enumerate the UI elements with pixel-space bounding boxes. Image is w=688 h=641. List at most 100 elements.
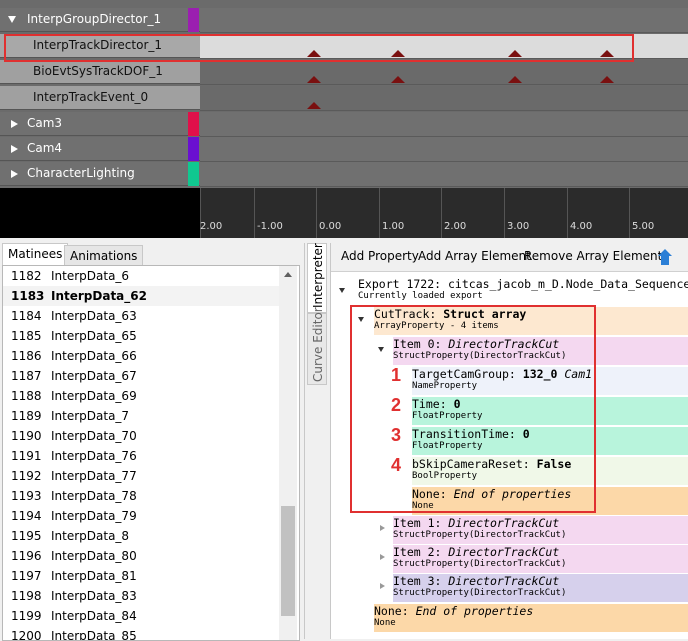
list-item[interactable]: 1194 InterpData_79 <box>3 506 279 526</box>
list-item-number: 1182 <box>11 269 42 283</box>
export-subtitle: Currently loaded export <box>358 291 483 301</box>
add-array-element-button[interactable]: Add Array Element <box>418 249 531 263</box>
timeline-tick <box>567 188 568 238</box>
track-lane[interactable] <box>200 60 688 85</box>
list-item[interactable]: 1189 InterpData_7 <box>3 406 279 426</box>
track-label-text: CharacterLighting <box>27 166 135 180</box>
list-scrollbar[interactable] <box>279 266 297 640</box>
keyframe-marker[interactable] <box>307 102 321 109</box>
list-item[interactable]: 1191 InterpData_76 <box>3 446 279 466</box>
tree-export-node[interactable]: Export 1722: citcas_jacob_m_D.Node_Data_… <box>358 277 688 302</box>
list-item[interactable]: 1199 InterpData_84 <box>3 606 279 626</box>
track-lane[interactable] <box>200 86 688 111</box>
prop-type: StructProperty(DirectorTrackCut) <box>393 530 567 540</box>
tab-curve-editor[interactable]: Curve Editor <box>307 307 327 385</box>
list-item-number: 1184 <box>11 309 42 323</box>
list-item[interactable]: 1193 InterpData_78 <box>3 486 279 506</box>
timeline-ruler[interactable]: 2.00 -1.00 0.00 1.00 2.00 3.00 4.00 5.00 <box>200 188 688 238</box>
tab-matinees[interactable]: Matinees <box>2 243 69 266</box>
expand-icon[interactable] <box>380 525 385 531</box>
tab-animations[interactable]: Animations <box>64 245 144 266</box>
list-item-name: InterpData_8 <box>51 529 130 543</box>
track-label[interactable]: CharacterLighting <box>0 162 200 186</box>
expand-down-icon[interactable] <box>8 16 16 23</box>
list-item-number: 1183 <box>11 289 45 303</box>
tab-interpreter-label: Interpreter <box>311 243 325 308</box>
track-lane[interactable] <box>200 112 688 137</box>
track-event[interactable]: InterpTrackEvent_0 <box>0 86 688 111</box>
list-item-number: 1193 <box>11 489 42 503</box>
list-item-name: InterpData_83 <box>51 589 137 603</box>
tab-interpreter[interactable]: Interpreter <box>307 243 327 313</box>
collapse-icon[interactable] <box>339 288 345 293</box>
list-item-number: 1199 <box>11 609 42 623</box>
group-color-swatch <box>188 162 199 186</box>
keyframe-marker[interactable] <box>600 76 614 83</box>
remove-array-element-button[interactable]: Remove Array Element <box>524 249 662 263</box>
list-item[interactable]: 1185 InterpData_65 <box>3 326 279 346</box>
expand-right-icon[interactable] <box>11 170 18 178</box>
list-item-name: InterpData_63 <box>51 309 137 323</box>
track-area: InterpGroupDirector_1 InterpTrackDirecto… <box>0 0 688 188</box>
track-group-lighting[interactable]: CharacterLighting <box>0 162 688 187</box>
list-item[interactable]: 1196 InterpData_80 <box>3 546 279 566</box>
group-color-swatch <box>188 112 199 136</box>
list-item[interactable]: 1198 InterpData_83 <box>3 586 279 606</box>
expand-right-icon[interactable] <box>11 145 18 153</box>
list-item[interactable]: 1195 InterpData_8 <box>3 526 279 546</box>
keyframe-marker[interactable] <box>391 76 405 83</box>
track-group-cam4[interactable]: Cam4 <box>0 137 688 162</box>
track-label[interactable]: Cam3 <box>0 112 200 136</box>
prop-name: Item 1: <box>393 516 442 530</box>
list-item[interactable]: 1188 InterpData_69 <box>3 386 279 406</box>
keyframe-marker[interactable] <box>508 76 522 83</box>
add-property-button[interactable]: Add Property <box>341 249 419 263</box>
list-item[interactable]: 1184 InterpData_63 <box>3 306 279 326</box>
matinee-list-panel: Matinees Animations 1182 InterpData_6 118… <box>0 243 305 641</box>
list-item-selected[interactable]: 1183 InterpData_62 <box>3 286 279 306</box>
list-item-name: InterpData_78 <box>51 489 137 503</box>
timeline-tick <box>441 188 442 238</box>
list-item-name: InterpData_67 <box>51 369 137 383</box>
list-item[interactable]: 1190 InterpData_70 <box>3 426 279 446</box>
track-lane[interactable] <box>200 162 688 187</box>
expand-right-icon[interactable] <box>11 120 18 128</box>
track-label[interactable]: InterpTrackEvent_0 <box>0 86 200 110</box>
arrow-up-icon[interactable] <box>655 248 675 266</box>
list-item[interactable]: 1197 InterpData_81 <box>3 566 279 586</box>
list-item[interactable]: 1192 InterpData_77 <box>3 466 279 486</box>
timeline-label: 1.00 <box>382 221 405 232</box>
list-item-number: 1188 <box>11 389 42 403</box>
timeline-tick <box>254 188 255 238</box>
track-group-director[interactable]: InterpGroupDirector_1 <box>0 8 688 33</box>
list-item-name: InterpData_66 <box>51 349 137 363</box>
track-dof[interactable]: BioEvtSysTrackDOF_1 <box>0 60 688 85</box>
list-item[interactable]: 1182 InterpData_6 <box>3 266 279 286</box>
tree-node-none-outer[interactable]: None: End of properties None <box>374 604 688 632</box>
list-item-number: 1191 <box>11 449 42 463</box>
scrollbar-thumb[interactable] <box>281 506 295 616</box>
matinee-list[interactable]: 1182 InterpData_6 1183 InterpData_62 1184 I… <box>2 265 300 641</box>
track-label[interactable]: BioEvtSysTrackDOF_1 <box>0 60 200 84</box>
list-item[interactable]: 1187 InterpData_67 <box>3 366 279 386</box>
tree-node-item3[interactable]: Item 3: DirectorTrackCut StructProperty(… <box>393 574 688 602</box>
timeline[interactable]: 2.00 -1.00 0.00 1.00 2.00 3.00 4.00 5.00 <box>0 188 688 238</box>
track-lane[interactable] <box>200 8 688 33</box>
scroll-up-icon[interactable] <box>284 272 292 277</box>
track-label[interactable]: Cam4 <box>0 137 200 161</box>
track-lane[interactable] <box>200 137 688 162</box>
prop-name: Item 3: <box>393 574 442 588</box>
expand-icon[interactable] <box>380 583 385 589</box>
list-item[interactable]: 1186 InterpData_66 <box>3 346 279 366</box>
expand-icon[interactable] <box>380 554 385 560</box>
track-label[interactable]: InterpGroupDirector_1 <box>0 8 200 32</box>
tree-node-item1[interactable]: Item 1: DirectorTrackCut StructProperty(… <box>393 516 688 544</box>
tree-node-item2[interactable]: Item 2: DirectorTrackCut StructProperty(… <box>393 545 688 573</box>
track-group-cam3[interactable]: Cam3 <box>0 112 688 137</box>
annotation-highlight-box <box>4 34 634 62</box>
keyframe-marker[interactable] <box>307 76 321 83</box>
track-label-text: Cam4 <box>27 141 63 155</box>
annotation-highlight-box <box>350 305 596 513</box>
list-item-name: InterpData_7 <box>51 409 130 423</box>
list-item-name: InterpData_62 <box>51 289 147 303</box>
